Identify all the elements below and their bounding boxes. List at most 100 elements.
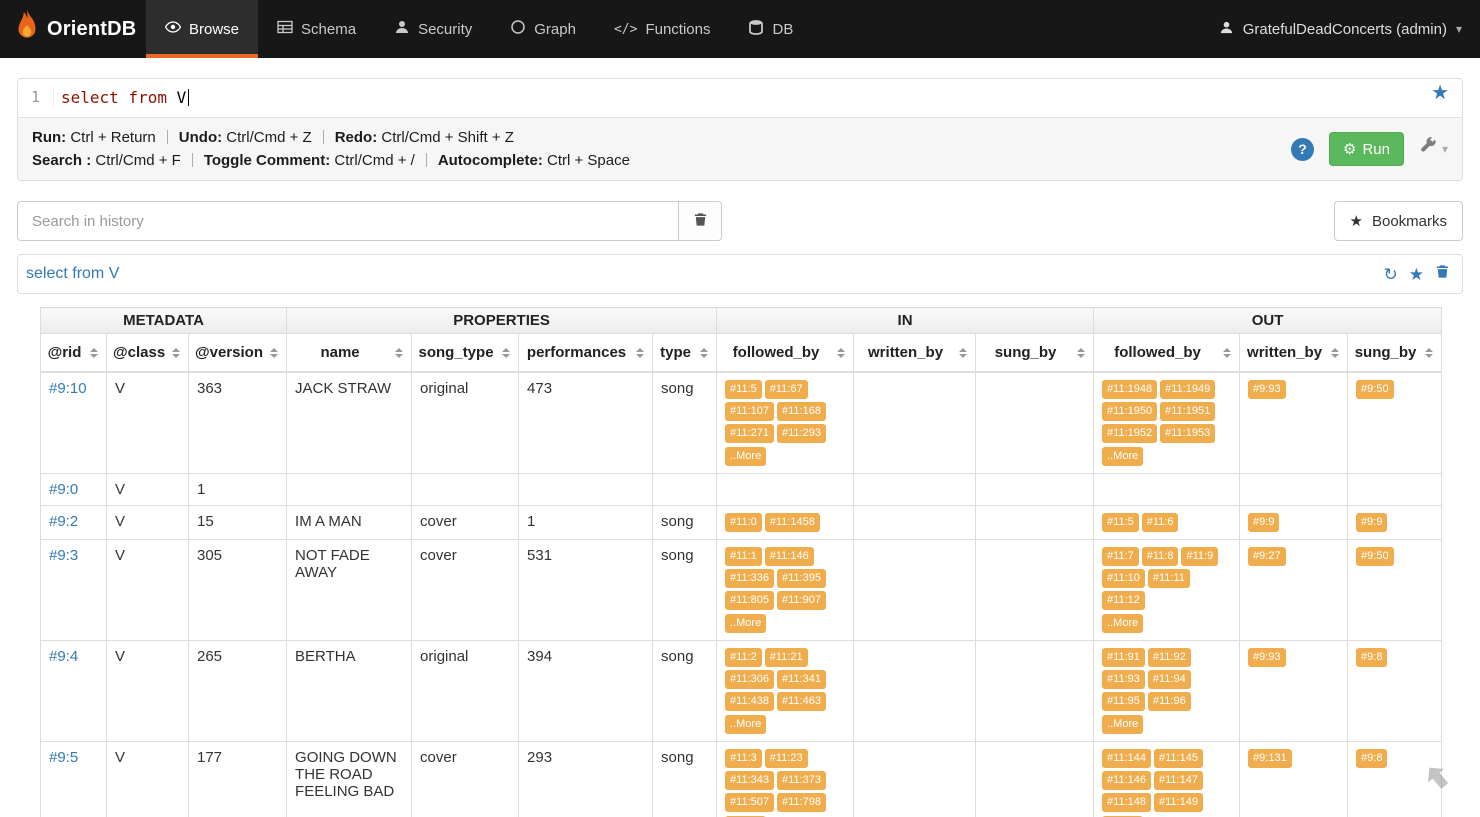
search-history-input[interactable] xyxy=(17,201,679,241)
rid-badge[interactable]: #11:11 xyxy=(1148,569,1190,588)
history-item[interactable]: select from V ↻ ★ xyxy=(17,254,1463,294)
rid-badge[interactable]: #11:145 xyxy=(1154,749,1203,768)
rid-badge[interactable]: #9:50 xyxy=(1356,547,1394,566)
query-editor[interactable]: 1 select from V ★ xyxy=(18,79,1462,117)
rid-badge[interactable]: #11:10 xyxy=(1102,569,1145,588)
rid-badge[interactable]: #9:131 xyxy=(1248,749,1292,768)
record-link[interactable]: #9:2 xyxy=(49,513,78,530)
rid-badge[interactable]: #11:2 xyxy=(725,648,762,667)
rid-badge[interactable]: #9:8 xyxy=(1356,749,1387,768)
rid-badge[interactable]: #11:91 xyxy=(1102,648,1145,667)
nav-item-db[interactable]: DB xyxy=(729,0,812,58)
rid-badge[interactable]: #11:341 xyxy=(777,670,826,689)
nav-item-schema[interactable]: Schema xyxy=(258,0,375,58)
rerun-icon[interactable]: ↻ xyxy=(1384,266,1398,283)
rid-badge[interactable]: #11:1949 xyxy=(1160,380,1215,399)
rid-badge[interactable]: #11:798 xyxy=(777,793,826,812)
help-icon[interactable]: ? xyxy=(1291,138,1314,161)
rid-badge[interactable]: #11:7 xyxy=(1102,547,1139,566)
rid-badge[interactable]: #11:148 xyxy=(1102,793,1151,812)
column-header-in-sung-by[interactable]: sung_by xyxy=(976,334,1094,373)
rid-badge[interactable]: #11:8 xyxy=(1142,547,1179,566)
rid-badge[interactable]: #11:6 xyxy=(1142,513,1179,532)
rid-badge[interactable]: #11:146 xyxy=(1102,771,1151,790)
rid-badge[interactable]: #11:95 xyxy=(1102,692,1145,711)
rid-badge[interactable]: #11:1952 xyxy=(1102,424,1157,443)
run-button[interactable]: ⚙ Run xyxy=(1329,132,1404,166)
column-header-rid[interactable]: @rid xyxy=(41,334,107,373)
rid-badge[interactable]: #11:306 xyxy=(725,670,774,689)
column-header-version[interactable]: @version xyxy=(189,334,287,373)
rid-badge[interactable]: #11:107 xyxy=(725,402,774,421)
rid-badge[interactable]: #11:1951 xyxy=(1160,402,1215,421)
record-link[interactable]: #9:4 xyxy=(49,648,78,665)
record-link[interactable]: #9:5 xyxy=(49,749,78,766)
rid-badge[interactable]: #9:9 xyxy=(1356,513,1387,532)
rid-badge[interactable]: #9:27 xyxy=(1248,547,1286,566)
settings-dropdown[interactable]: ▾ xyxy=(1419,137,1448,161)
rid-badge[interactable]: #11:93 xyxy=(1102,670,1145,689)
more-badge[interactable]: ..More xyxy=(1102,447,1143,466)
record-link[interactable]: #9:3 xyxy=(49,547,78,564)
column-header-name[interactable]: name xyxy=(287,334,412,373)
record-link[interactable]: #9:0 xyxy=(49,481,78,498)
query-text[interactable]: select from V xyxy=(54,88,189,107)
column-header-in-followed-by[interactable]: followed_by xyxy=(717,334,854,373)
column-header-in-written-by[interactable]: written_by xyxy=(854,334,976,373)
rid-badge[interactable]: #11:144 xyxy=(1102,749,1151,768)
user-menu[interactable]: GratefulDeadConcerts (admin) ▾ xyxy=(1201,0,1480,58)
bookmark-query-button[interactable]: ★ xyxy=(1431,83,1449,103)
rid-badge[interactable]: #11:92 xyxy=(1148,648,1191,667)
rid-badge[interactable]: #11:373 xyxy=(777,771,826,790)
rid-badge[interactable]: #11:343 xyxy=(725,771,774,790)
bookmarks-button[interactable]: ★ Bookmarks xyxy=(1334,201,1463,241)
rid-badge[interactable]: #11:168 xyxy=(777,402,826,421)
rid-badge[interactable]: #9:8 xyxy=(1356,648,1387,667)
rid-badge[interactable]: #11:12 xyxy=(1102,591,1145,610)
column-header-out-written-by[interactable]: written_by xyxy=(1240,334,1348,373)
rid-badge[interactable]: #11:21 xyxy=(765,648,808,667)
rid-badge[interactable]: #11:94 xyxy=(1148,670,1191,689)
rid-badge[interactable]: #11:3 xyxy=(725,749,762,768)
rid-badge[interactable]: #11:336 xyxy=(725,569,774,588)
column-header-song-type[interactable]: song_type xyxy=(412,334,519,373)
rid-badge[interactable]: #11:293 xyxy=(777,424,826,443)
rid-badge[interactable]: #11:271 xyxy=(725,424,774,443)
history-query-link[interactable]: select from V xyxy=(26,265,119,283)
rid-badge[interactable]: #11:9 xyxy=(1181,547,1218,566)
rid-badge[interactable]: #11:463 xyxy=(777,692,826,711)
rid-badge[interactable]: #11:5 xyxy=(1102,513,1139,532)
column-header-out-sung-by[interactable]: sung_by xyxy=(1348,334,1442,373)
rid-badge[interactable]: #11:149 xyxy=(1154,793,1203,812)
column-header-performances[interactable]: performances xyxy=(519,334,653,373)
column-header-class[interactable]: @class xyxy=(107,334,189,373)
nav-item-functions[interactable]: </> Functions xyxy=(595,0,730,58)
rid-badge[interactable]: #11:805 xyxy=(725,591,774,610)
rid-badge[interactable]: #11:23 xyxy=(765,749,808,768)
rid-badge[interactable]: #9:9 xyxy=(1248,513,1279,532)
column-header-out-followed-by[interactable]: followed_by xyxy=(1094,334,1240,373)
rid-badge[interactable]: #11:0 xyxy=(725,513,762,532)
rid-badge[interactable]: #11:1948 xyxy=(1102,380,1157,399)
more-badge[interactable]: ..More xyxy=(725,447,766,466)
rid-badge[interactable]: #11:395 xyxy=(777,569,826,588)
rid-badge[interactable]: #11:5 xyxy=(725,380,762,399)
delete-icon[interactable] xyxy=(1435,264,1450,284)
more-badge[interactable]: ..More xyxy=(1102,614,1143,633)
record-link[interactable]: #9:10 xyxy=(49,380,87,397)
nav-item-graph[interactable]: Graph xyxy=(491,0,595,58)
rid-badge[interactable]: #11:67 xyxy=(765,380,808,399)
bookmark-icon[interactable]: ★ xyxy=(1409,266,1424,283)
rid-badge[interactable]: #11:438 xyxy=(725,692,774,711)
rid-badge[interactable]: #9:93 xyxy=(1248,380,1286,399)
more-badge[interactable]: ..More xyxy=(725,614,766,633)
nav-item-browse[interactable]: Browse xyxy=(146,0,258,58)
clear-history-button[interactable] xyxy=(679,201,722,241)
rid-badge[interactable]: #9:93 xyxy=(1248,648,1286,667)
rid-badge[interactable]: #11:1953 xyxy=(1160,424,1215,443)
orientdb-logo[interactable]: OrientDB xyxy=(0,0,146,58)
rid-badge[interactable]: #11:147 xyxy=(1154,771,1203,790)
rid-badge[interactable]: #9:50 xyxy=(1356,380,1394,399)
scroll-top-button[interactable] xyxy=(1420,760,1456,801)
rid-badge[interactable]: #11:507 xyxy=(725,793,774,812)
